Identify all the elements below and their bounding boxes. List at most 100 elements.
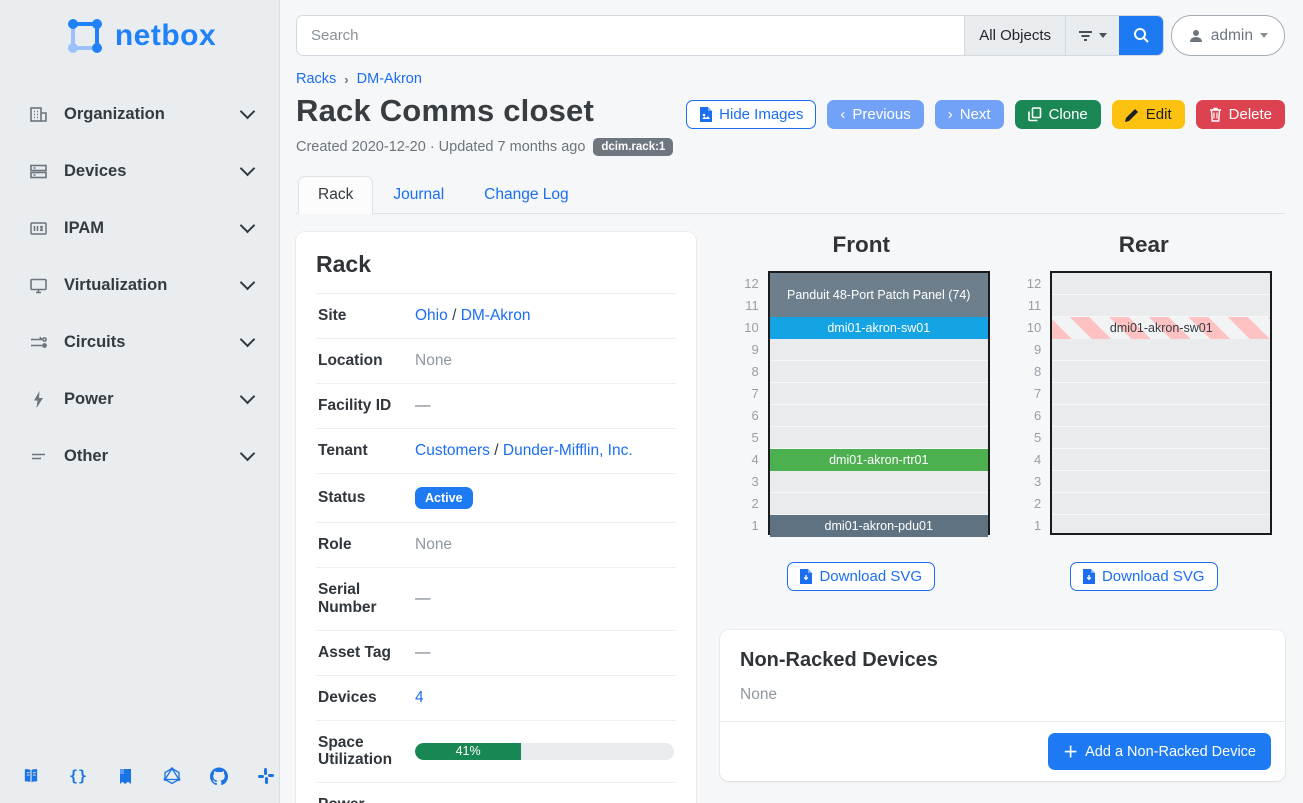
unit-number: 8 <box>1015 361 1041 383</box>
chevron-right-icon: › <box>948 106 953 123</box>
tenant-group-link[interactable]: Customers <box>415 442 490 459</box>
non-racked-devices-empty: None <box>720 672 1285 721</box>
attr-row-location: Location None <box>316 338 676 383</box>
front-elevation-title: Front <box>833 232 890 258</box>
unit-number: 2 <box>1015 493 1041 515</box>
card-title: Rack <box>316 251 676 278</box>
empty-rack-slot <box>1052 361 1270 383</box>
breadcrumb-link-dm-akron[interactable]: DM-Akron <box>357 71 422 87</box>
attr-row-facility: Facility ID — <box>316 383 676 428</box>
search-input[interactable] <box>297 16 964 55</box>
netbox-logo[interactable]: netbox <box>0 0 279 68</box>
sidebar-nav: Organization Devices IPAM Virtualization <box>0 86 279 767</box>
tab-bar: Rack Journal Change Log <box>296 176 1285 214</box>
circuit-flow-icon <box>28 333 48 353</box>
rear-unit-numbers: 121110987654321 <box>1015 271 1041 537</box>
object-type-button[interactable]: All Objects <box>964 16 1065 55</box>
empty-rack-slot <box>770 405 988 427</box>
empty-rack-slot <box>1052 273 1270 295</box>
search-submit-button[interactable] <box>1119 16 1163 55</box>
attr-row-devices: Devices 4 <box>316 675 676 720</box>
api-docs-book-icon[interactable] <box>116 767 134 785</box>
user-icon <box>1188 28 1204 44</box>
sidebar-item-label: Organization <box>64 105 242 124</box>
sidebar-item-virtualization[interactable]: Virtualization <box>0 257 279 314</box>
sidebar-footer: {} <box>0 767 279 803</box>
user-menu-button[interactable]: admin <box>1171 15 1285 56</box>
front-unit-numbers: 121110987654321 <box>733 271 759 537</box>
sidebar-item-other[interactable]: Other <box>0 428 279 485</box>
chevron-down-icon <box>240 446 256 462</box>
rack-device-dmi01-akron-rtr01[interactable]: dmi01-akron-rtr01 <box>770 449 988 471</box>
slack-icon[interactable] <box>257 767 275 785</box>
unit-number: 12 <box>733 273 759 295</box>
add-non-racked-device-button[interactable]: ＋ Add a Non-Racked Device <box>1048 733 1271 770</box>
empty-rack-slot <box>1052 515 1270 537</box>
tab-rack[interactable]: Rack <box>298 176 373 214</box>
next-button[interactable]: › Next <box>935 100 1004 129</box>
rack-device-dmi01-akron-pdu01[interactable]: dmi01-akron-pdu01 <box>770 515 988 537</box>
sidebar-item-circuits[interactable]: Circuits <box>0 314 279 371</box>
unit-number: 10 <box>733 317 759 339</box>
search-icon <box>1133 27 1150 44</box>
site-region-link[interactable]: Ohio <box>415 307 448 324</box>
rear-elevation-title: Rear <box>1119 232 1169 258</box>
image-file-icon <box>699 107 712 122</box>
unit-number: 7 <box>1015 383 1041 405</box>
github-icon[interactable] <box>210 767 228 785</box>
rear-download-svg-button[interactable]: Download SVG <box>1070 562 1218 591</box>
topbar: All Objects admin <box>296 15 1285 56</box>
unit-number: 10 <box>1015 317 1041 339</box>
rest-api-braces-icon[interactable]: {} <box>69 767 87 785</box>
rear-rack-diagram: dmi01-akron-sw01 <box>1050 271 1272 535</box>
server-icon <box>28 162 48 182</box>
plus-icon: ＋ <box>1063 741 1078 762</box>
front-download-svg-button[interactable]: Download SVG <box>787 562 935 591</box>
netbox-logo-icon <box>63 14 107 58</box>
left-column: Rack Site Ohio / DM-Akron Location None <box>296 232 696 803</box>
tab-journal[interactable]: Journal <box>373 176 464 214</box>
site-link[interactable]: DM-Akron <box>461 307 531 324</box>
unit-number: 6 <box>1015 405 1041 427</box>
sidebar-item-ipam[interactable]: IPAM <box>0 200 279 257</box>
unit-number: 4 <box>1015 449 1041 471</box>
rack-device-panduit-48-port-patch-panel-74-[interactable]: Panduit 48-Port Patch Panel (74) <box>770 273 988 317</box>
ip-list-icon <box>28 219 48 239</box>
user-label: admin <box>1211 27 1253 45</box>
rack-device-dmi01-akron-sw01[interactable]: dmi01-akron-sw01 <box>770 317 988 339</box>
caret-down-icon <box>1260 33 1268 38</box>
delete-button[interactable]: Delete <box>1196 100 1285 129</box>
breadcrumb-link-racks[interactable]: Racks <box>296 71 336 87</box>
edit-button[interactable]: Edit <box>1112 100 1185 129</box>
page-title: Rack Comms closet <box>296 93 594 129</box>
unit-number: 5 <box>1015 427 1041 449</box>
attr-row-power-utilization: Power Utilization 0% <box>316 782 676 803</box>
tab-change-log[interactable]: Change Log <box>464 176 588 214</box>
sidebar-item-organization[interactable]: Organization <box>0 86 279 143</box>
pencil-icon <box>1125 108 1139 122</box>
attr-row-role: Role None <box>316 522 676 567</box>
sidebar-item-power[interactable]: Power <box>0 371 279 428</box>
rack-attributes: Site Ohio / DM-Akron Location None Facil… <box>316 293 676 803</box>
empty-rack-slot <box>1052 383 1270 405</box>
attr-row-space-utilization: Space Utilization 41% <box>316 720 676 783</box>
filter-dropdown-button[interactable] <box>1065 16 1119 55</box>
hide-images-button[interactable]: Hide Images <box>686 100 816 129</box>
sidebar-item-devices[interactable]: Devices <box>0 143 279 200</box>
facility-value: — <box>415 397 674 415</box>
status-badge: Active <box>415 487 473 509</box>
right-column: Front 121110987654321 Panduit 48-Port Pa… <box>720 232 1285 781</box>
clone-button[interactable]: Clone <box>1015 100 1101 129</box>
rear-elevation: Rear 121110987654321 dmi01-akron-sw01 Do… <box>1003 232 1286 591</box>
file-download-icon <box>800 569 812 584</box>
sidebar-item-label: Devices <box>64 162 242 181</box>
graphql-icon[interactable] <box>163 767 181 785</box>
non-racked-devices-card: Non-Racked Devices None ＋ Add a Non-Rack… <box>720 630 1285 781</box>
devices-count-link[interactable]: 4 <box>415 689 424 706</box>
previous-button[interactable]: ‹ Previous <box>827 100 923 129</box>
rack-device-dmi01-akron-sw01[interactable]: dmi01-akron-sw01 <box>1052 317 1270 339</box>
docs-book-icon[interactable] <box>22 767 40 785</box>
tenant-link[interactable]: Dunder-Mifflin, Inc. <box>503 442 633 459</box>
unit-number: 4 <box>733 449 759 471</box>
action-bar: Hide Images ‹ Previous › Next Clone Ed <box>686 100 1285 129</box>
